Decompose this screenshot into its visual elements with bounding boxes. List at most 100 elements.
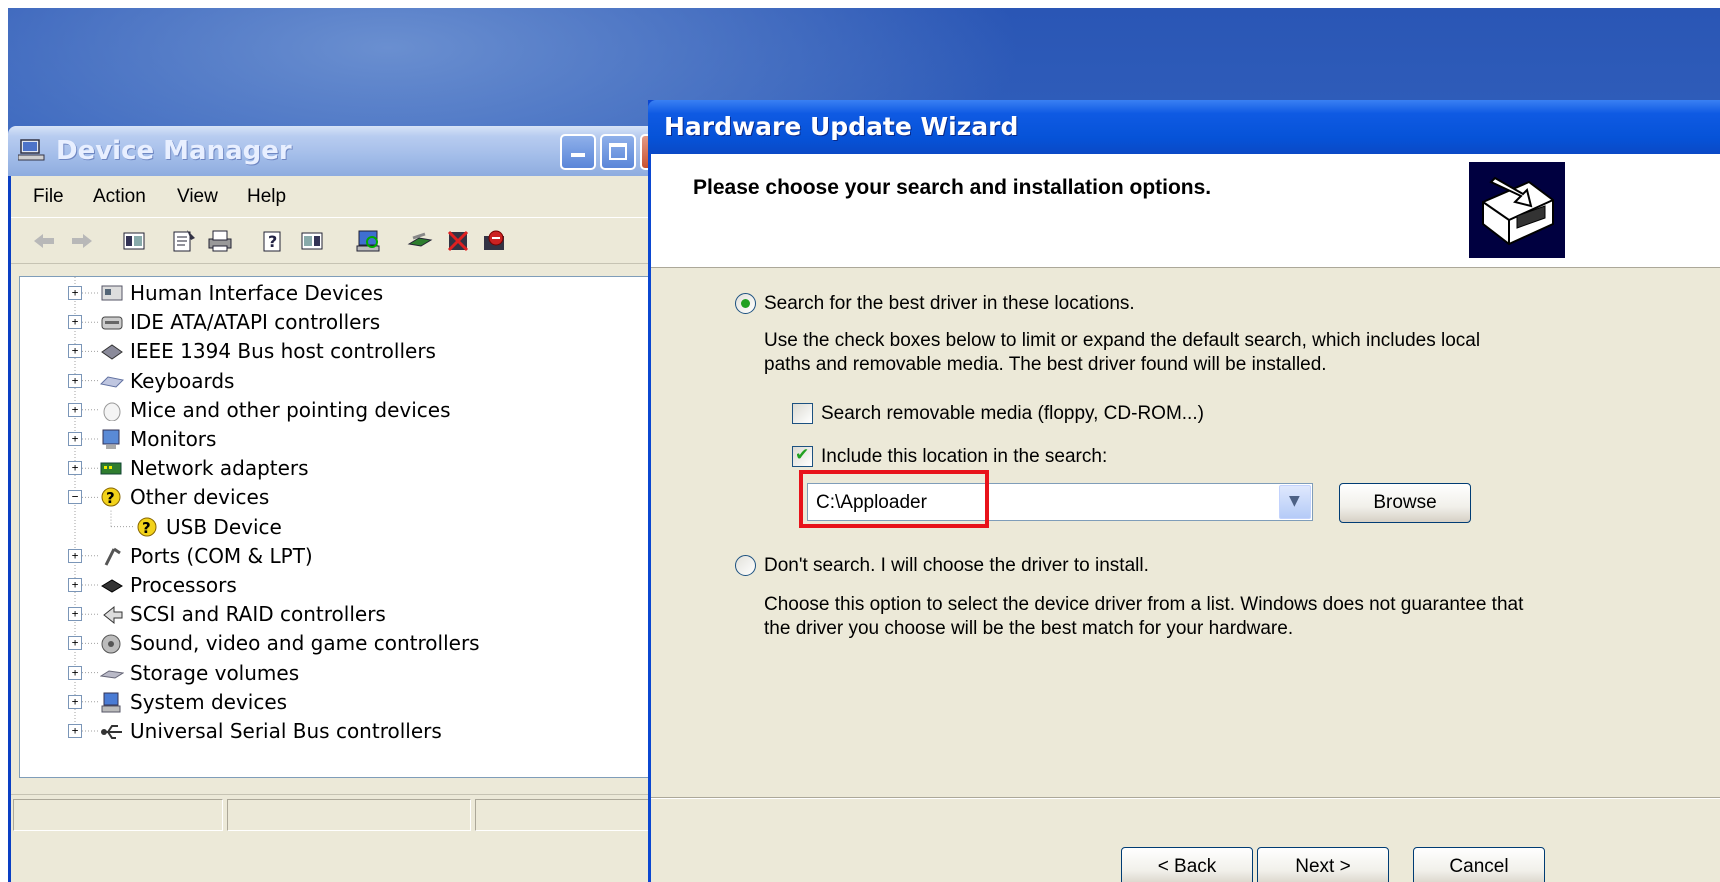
device-manager-title: Device Manager <box>56 136 292 166</box>
menu-file[interactable]: File <box>33 186 64 208</box>
expand-icon[interactable]: + <box>68 724 82 738</box>
include-location-label[interactable]: Include this location in the search: <box>821 446 1107 468</box>
tree-item[interactable]: + IDE ATA/ATAPI controllers <box>20 308 620 336</box>
menu-help[interactable]: Help <box>247 186 286 208</box>
show-hide-tree-icon[interactable] <box>121 228 147 254</box>
print-icon[interactable] <box>207 228 233 254</box>
unknown-device-icon: ? <box>137 517 157 537</box>
tree-item[interactable]: + Storage volumes <box>20 659 620 687</box>
view-icon[interactable] <box>299 228 325 254</box>
wizard-title-bar[interactable]: Hardware Update Wizard <box>648 100 1720 154</box>
cancel-button[interactable]: Cancel <box>1413 847 1545 882</box>
browse-button[interactable]: Browse <box>1339 483 1471 523</box>
help-icon[interactable]: ? <box>261 228 287 254</box>
combobox-dropdown-button[interactable]: ▼ <box>1279 485 1311 519</box>
monitor-icon <box>102 429 120 449</box>
menu-action[interactable]: Action <box>93 186 146 208</box>
back-icon[interactable] <box>31 228 57 254</box>
expand-icon[interactable]: + <box>68 286 82 300</box>
scsi-icon <box>103 606 123 625</box>
menu-view[interactable]: View <box>177 186 218 208</box>
tree-item[interactable]: + IEEE 1394 Bus host controllers <box>20 337 620 365</box>
minimize-button[interactable] <box>560 134 596 170</box>
expand-icon[interactable]: + <box>68 373 82 388</box>
search-best-driver-radio[interactable] <box>735 293 756 314</box>
maximize-button[interactable] <box>600 134 636 170</box>
back-button[interactable]: < Back <box>1121 847 1253 882</box>
computer-icon <box>18 139 45 161</box>
properties-icon[interactable] <box>171 228 197 254</box>
tree-item[interactable]: + Ports (COM & LPT) <box>20 542 620 570</box>
toolbar: ? <box>11 220 689 264</box>
next-button[interactable]: Next > <box>1257 847 1389 882</box>
uninstall-icon[interactable] <box>481 228 507 254</box>
processor-icon <box>101 579 123 593</box>
search-removable-media-checkbox[interactable] <box>792 403 813 424</box>
tree-item[interactable]: + Keyboards <box>20 367 620 395</box>
expand-icon[interactable]: + <box>68 578 82 592</box>
tree-item[interactable]: + Sound, video and game controllers <box>20 629 620 657</box>
forward-icon[interactable] <box>69 228 95 254</box>
dont-search-radio[interactable] <box>735 555 756 576</box>
disable-icon[interactable] <box>445 228 471 254</box>
wizard-heading: Please choose your search and installati… <box>693 176 1212 199</box>
search-removable-media-label[interactable]: Search removable media (floppy, CD-ROM..… <box>821 403 1204 425</box>
search-best-driver-label[interactable]: Search for the best driver in these loca… <box>764 293 1135 315</box>
tree-item[interactable]: + Network adapters <box>20 454 620 482</box>
status-pane-2 <box>227 799 471 831</box>
storage-icon <box>100 670 124 679</box>
include-location-checkbox[interactable]: ✔ <box>792 445 813 467</box>
sound-icon <box>101 634 121 654</box>
svg-text:?: ? <box>268 232 277 251</box>
tree-item[interactable]: + Universal Serial Bus controllers <box>20 717 620 745</box>
search-description-line-2: paths and removable media. The best driv… <box>764 354 1327 375</box>
expand-icon[interactable]: + <box>68 665 82 680</box>
tree-item[interactable]: + Mice and other pointing devices <box>20 396 620 424</box>
tree-item-label: Keyboards <box>130 368 235 393</box>
update-driver-icon[interactable] <box>407 228 433 254</box>
dont-search-description-line-2: the driver you choose will be the best m… <box>764 618 1294 639</box>
tree-item[interactable]: + Processors <box>20 571 620 599</box>
tree-item[interactable]: + SCSI and RAID controllers <box>20 600 620 628</box>
tree-item[interactable]: −? Other devices <box>20 483 620 511</box>
tree-item[interactable]: ? USB Device <box>20 513 620 541</box>
status-bar <box>11 794 689 834</box>
expand-icon[interactable]: + <box>68 607 82 622</box>
unknown-device-icon: ? <box>101 487 121 507</box>
hid-icon <box>101 285 123 301</box>
red-highlight-annotation <box>799 470 989 528</box>
tree-item-label: Universal Serial Bus controllers <box>130 719 442 743</box>
expand-icon[interactable]: + <box>68 461 82 476</box>
expand-icon[interactable]: + <box>68 548 82 563</box>
tree-item-label: Sound, video and game controllers <box>130 631 480 656</box>
tree-item-label: Processors <box>130 573 237 597</box>
dont-search-description-line-1: Choose this option to select the device … <box>764 594 1524 615</box>
hardware-update-wizard-window: Hardware Update Wizard Please choose you… <box>648 100 1720 882</box>
expand-icon[interactable]: + <box>68 402 82 417</box>
tree-item-label: Monitors <box>130 427 217 451</box>
mouse-icon <box>103 402 121 421</box>
tree-item-label: System devices <box>130 689 288 714</box>
tree-item[interactable]: + Monitors <box>20 425 620 453</box>
tree-item[interactable]: + System devices <box>20 688 620 716</box>
device-manager-title-bar[interactable]: Device Manager ✕ <box>8 126 692 176</box>
scan-hardware-icon[interactable] <box>355 228 381 254</box>
expand-icon[interactable]: + <box>68 636 82 651</box>
tree-item-label: USB Device <box>166 514 282 539</box>
tree-item-label: Other devices <box>130 485 270 510</box>
dont-search-label[interactable]: Don't search. I will choose the driver t… <box>764 555 1149 577</box>
tree-item-label: SCSI and RAID controllers <box>130 602 386 627</box>
expand-icon[interactable]: + <box>68 315 82 330</box>
tree-item-label: Human Interface Devices <box>130 281 384 305</box>
desktop-background: Device Manager ✕ File Action View Help ? <box>8 8 1720 882</box>
svg-text:?: ? <box>142 519 151 537</box>
expand-icon[interactable]: + <box>68 694 82 709</box>
wizard-header: Please choose your search and installati… <box>651 154 1720 268</box>
expand-icon[interactable]: + <box>68 344 82 359</box>
collapse-icon[interactable]: − <box>68 490 82 505</box>
tree-item[interactable]: + Human Interface Devices <box>20 279 620 307</box>
tree-item-label: IEEE 1394 Bus host controllers <box>130 339 436 364</box>
wizard-separator <box>651 797 1720 799</box>
expand-icon[interactable]: + <box>68 432 82 446</box>
checkmark-icon: ✔ <box>795 445 810 465</box>
